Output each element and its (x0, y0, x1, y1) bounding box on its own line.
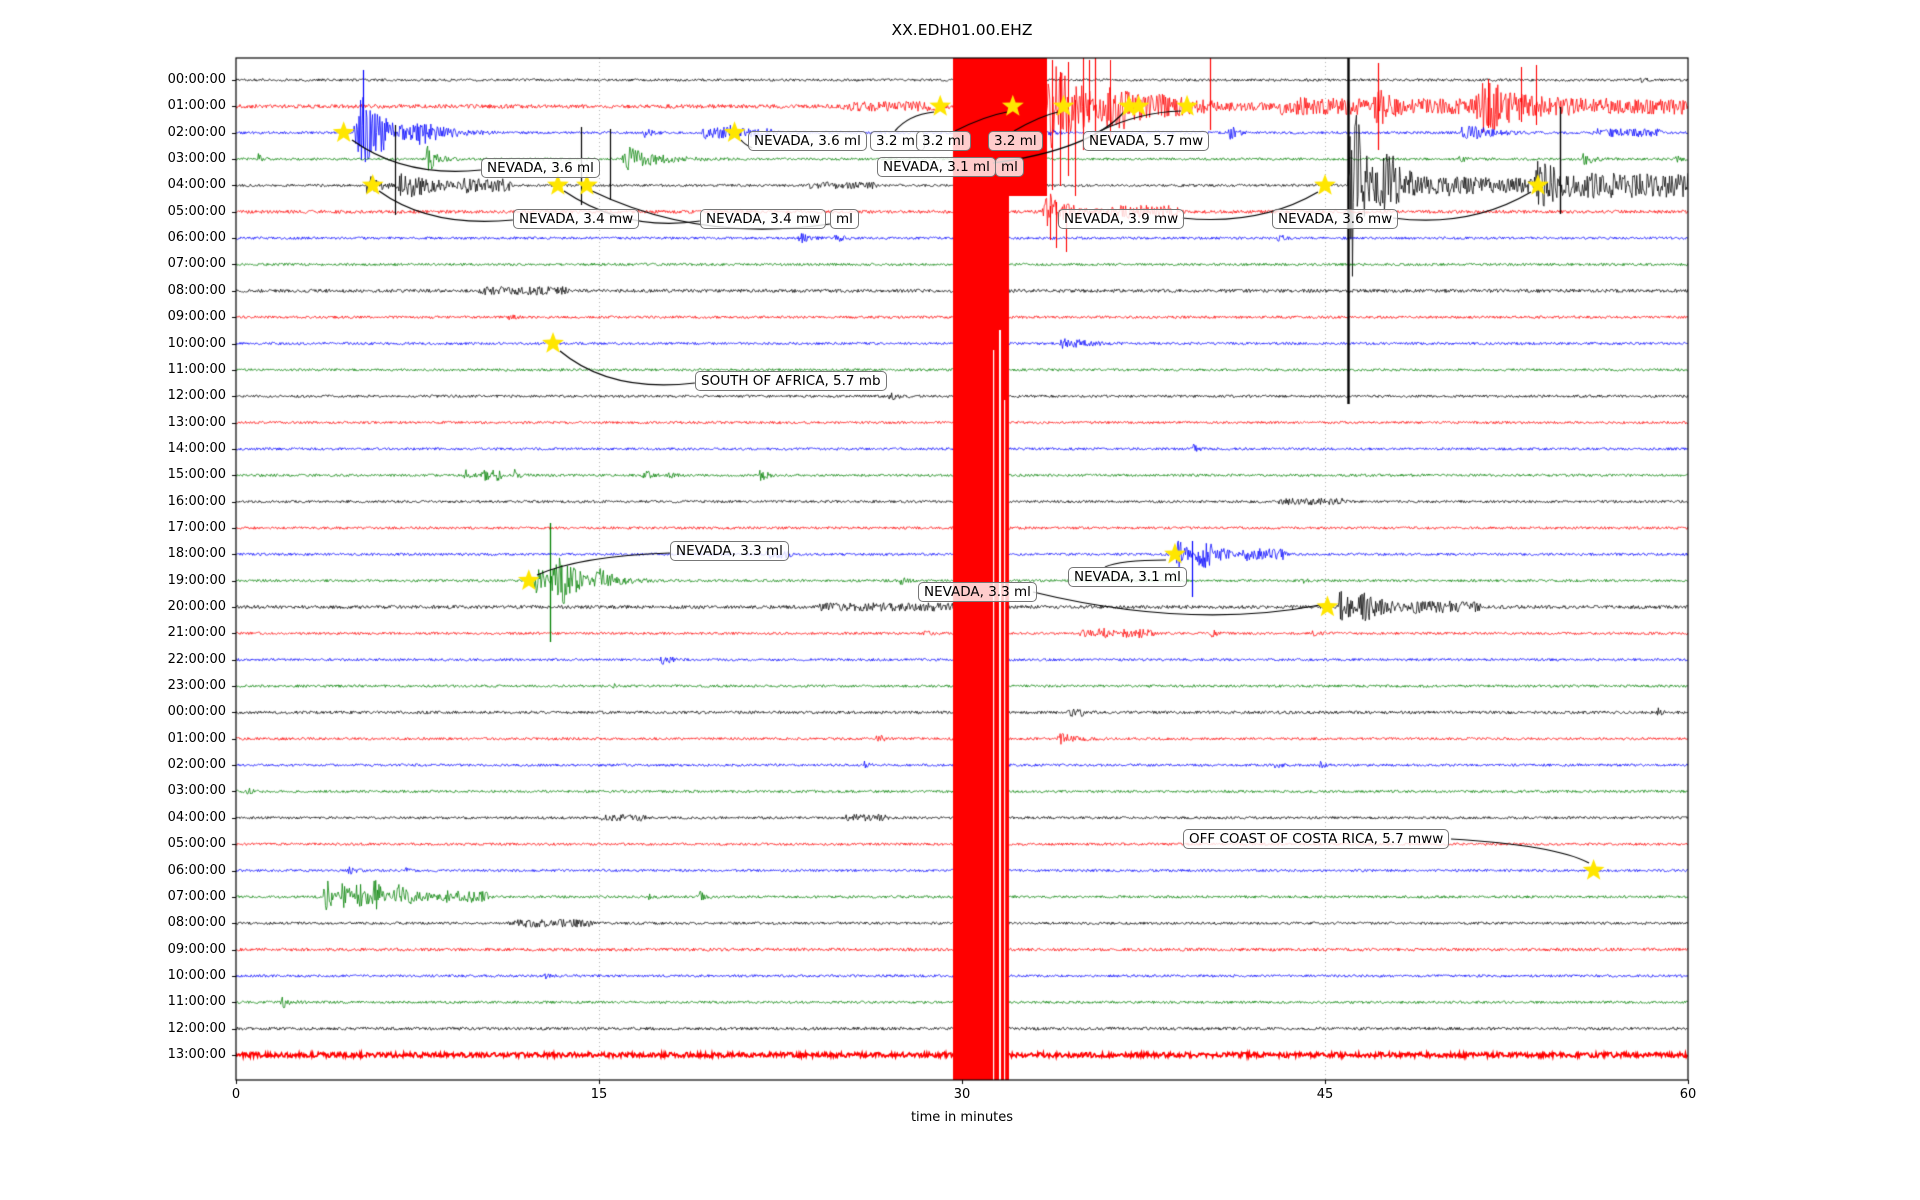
event-annotation: OFF COAST OF COSTA RICA, 5.7 mww (1183, 829, 1450, 849)
y-tick-label: 11:00:00 (167, 994, 226, 1010)
event-annotation: ml (995, 157, 1024, 177)
figure-title: XX.EDH01.00.EHZ (891, 21, 1033, 39)
y-tick-label: 04:00:00 (167, 177, 226, 193)
y-tick-label: 19:00:00 (167, 572, 226, 588)
x-tick-label: 15 (590, 1087, 608, 1102)
y-tick-label: 20:00:00 (167, 599, 226, 614)
x-tick-label: 45 (1316, 1087, 1334, 1102)
y-tick-label: 17:00:00 (167, 519, 226, 535)
y-tick-label: 08:00:00 (167, 915, 226, 931)
event-annotation: NEVADA, 3.1 ml (877, 157, 996, 177)
y-tick-label: 04:00:00 (167, 809, 226, 825)
y-tick-label: 06:00:00 (167, 862, 226, 878)
event-annotation: NEVADA, 3.6 ml (748, 131, 867, 151)
y-tick-label: 11:00:00 (167, 361, 226, 377)
event-annotation: NEVADA, 3.6 mw (1272, 209, 1399, 229)
y-tick-label: 03:00:00 (167, 783, 226, 799)
y-tick-label: 02:00:00 (167, 757, 226, 773)
y-tick-label: 07:00:00 (167, 888, 226, 904)
y-tick-label: 15:00:00 (167, 467, 226, 483)
y-tick-label: 16:00:00 (167, 493, 226, 509)
x-tick-label: 30 (953, 1087, 971, 1102)
y-tick-label: 23:00:00 (167, 678, 226, 694)
y-tick-label: 08:00:00 (167, 282, 226, 298)
y-tick-label: 06:00:00 (167, 230, 226, 246)
x-axis-label: time in minutes (910, 1110, 1014, 1125)
y-tick-label: 01:00:00 (167, 98, 226, 114)
x-tick-label: 0 (231, 1087, 241, 1102)
event-annotation: NEVADA, 3.1 ml (1068, 567, 1187, 587)
y-tick-label: 13:00:00 (167, 1046, 226, 1062)
y-tick-label: 12:00:00 (167, 1020, 226, 1036)
y-tick-label: 00:00:00 (167, 704, 226, 720)
event-annotation: NEVADA, 3.4 mw (700, 209, 827, 229)
event-annotation: ml (830, 209, 859, 229)
y-tick-label: 09:00:00 (167, 941, 226, 957)
helicorder-figure: XX.EDH01.00.EHZ time in minutes 00:00:00… (0, 0, 1920, 1200)
y-tick-label: 22:00:00 (167, 651, 226, 667)
event-annotation: NEVADA, 3.3 ml (670, 541, 789, 561)
y-tick-label: 10:00:00 (167, 967, 226, 983)
y-tick-label: 05:00:00 (167, 203, 226, 219)
y-tick-label: 12:00:00 (167, 388, 226, 404)
event-annotation: NEVADA, 3.4 mw (513, 209, 640, 229)
x-tick-label: 60 (1679, 1087, 1697, 1102)
event-annotation: NEVADA, 3.9 mw (1058, 209, 1185, 229)
y-tick-label: 00:00:00 (167, 72, 226, 87)
y-tick-label: 13:00:00 (167, 414, 226, 430)
y-tick-label: 07:00:00 (167, 256, 226, 272)
event-annotation: 3.2 ml (988, 131, 1043, 151)
event-annotation: NEVADA, 3.3 ml (918, 582, 1037, 602)
y-tick-label: 05:00:00 (167, 836, 226, 852)
y-tick-label: 10:00:00 (167, 335, 226, 351)
event-annotation: SOUTH OF AFRICA, 5.7 mb (695, 371, 887, 391)
y-tick-label: 01:00:00 (167, 730, 226, 746)
y-tick-label: 09:00:00 (167, 309, 226, 325)
y-tick-label: 02:00:00 (167, 124, 226, 140)
event-annotation: NEVADA, 3.6 ml (481, 158, 600, 178)
event-annotation: NEVADA, 5.7 mw (1083, 131, 1210, 151)
y-tick-label: 14:00:00 (167, 440, 226, 456)
event-annotation: 3.2 ml (916, 131, 971, 151)
y-tick-label: 21:00:00 (167, 625, 226, 641)
y-tick-label: 18:00:00 (167, 546, 226, 562)
y-tick-label: 03:00:00 (167, 151, 226, 167)
